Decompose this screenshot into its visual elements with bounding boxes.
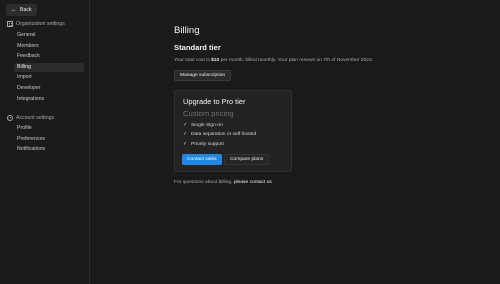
feature-label: Single Sign-on [191, 122, 223, 128]
feature-label: Priority support [191, 141, 224, 147]
contact-sales-button[interactable]: Contact sales [182, 154, 222, 165]
billing-summary: Your total cost is $10 per month, billed… [174, 58, 373, 63]
sidebar-item-preferences[interactable]: Preferences [14, 135, 84, 144]
contact-us-link[interactable]: please contact us [234, 180, 272, 185]
current-tier: Standard tier [174, 43, 221, 52]
cost-prefix: Your total cost is [174, 58, 212, 63]
building-icon [7, 21, 13, 27]
feature-item: ✓ Single Sign-on [183, 122, 223, 128]
org-settings-heading: Organization settings [7, 21, 65, 27]
compare-plans-button[interactable]: Compare plans [224, 154, 270, 165]
org-settings-label: Organization settings [16, 21, 65, 27]
back-button-label: Back [20, 7, 32, 13]
account-settings-heading: Account settings [7, 115, 54, 121]
check-icon: ✓ [183, 131, 188, 137]
check-icon: ✓ [183, 141, 188, 147]
account-settings-label: Account settings [16, 115, 55, 121]
sidebar-item-developer[interactable]: Developer [14, 84, 84, 93]
cost-amount: $10 [211, 58, 220, 63]
settings-sidebar: ← Back Organization settings General Mem… [0, 0, 90, 284]
sidebar-item-general[interactable]: General [14, 31, 84, 40]
upgrade-card-pricing: Custom pricing [183, 109, 234, 118]
back-button[interactable]: ← Back [6, 4, 37, 16]
manage-subscription-button[interactable]: Manage subscription [174, 70, 232, 81]
check-icon: ✓ [183, 122, 188, 128]
feature-item: ✓ Priority support [183, 141, 224, 147]
help-prefix: For questions about billing, [174, 180, 234, 185]
sidebar-item-profile[interactable]: Profile [14, 124, 84, 133]
sidebar-item-integrations[interactable]: Integrations [14, 95, 84, 104]
feature-item: ✓ Data separation or self hosted [183, 131, 256, 137]
sidebar-item-feedback[interactable]: Feedback [14, 52, 84, 61]
sidebar-item-import[interactable]: Import [14, 73, 84, 82]
upgrade-card-title: Upgrade to Pro tier [183, 97, 246, 106]
sidebar-item-members[interactable]: Members [14, 42, 84, 51]
feature-label: Data separation or self hosted [191, 131, 257, 137]
user-icon [7, 115, 13, 121]
arrow-left-icon: ← [11, 7, 17, 13]
sidebar-item-notifications[interactable]: Notifications [14, 145, 84, 154]
billing-help-text: For questions about billing, please cont… [174, 180, 272, 185]
sidebar-item-billing[interactable]: Billing [14, 63, 84, 72]
page-title: Billing [174, 25, 200, 36]
cost-suffix: per month, billed monthly. Your plan ren… [219, 58, 374, 63]
